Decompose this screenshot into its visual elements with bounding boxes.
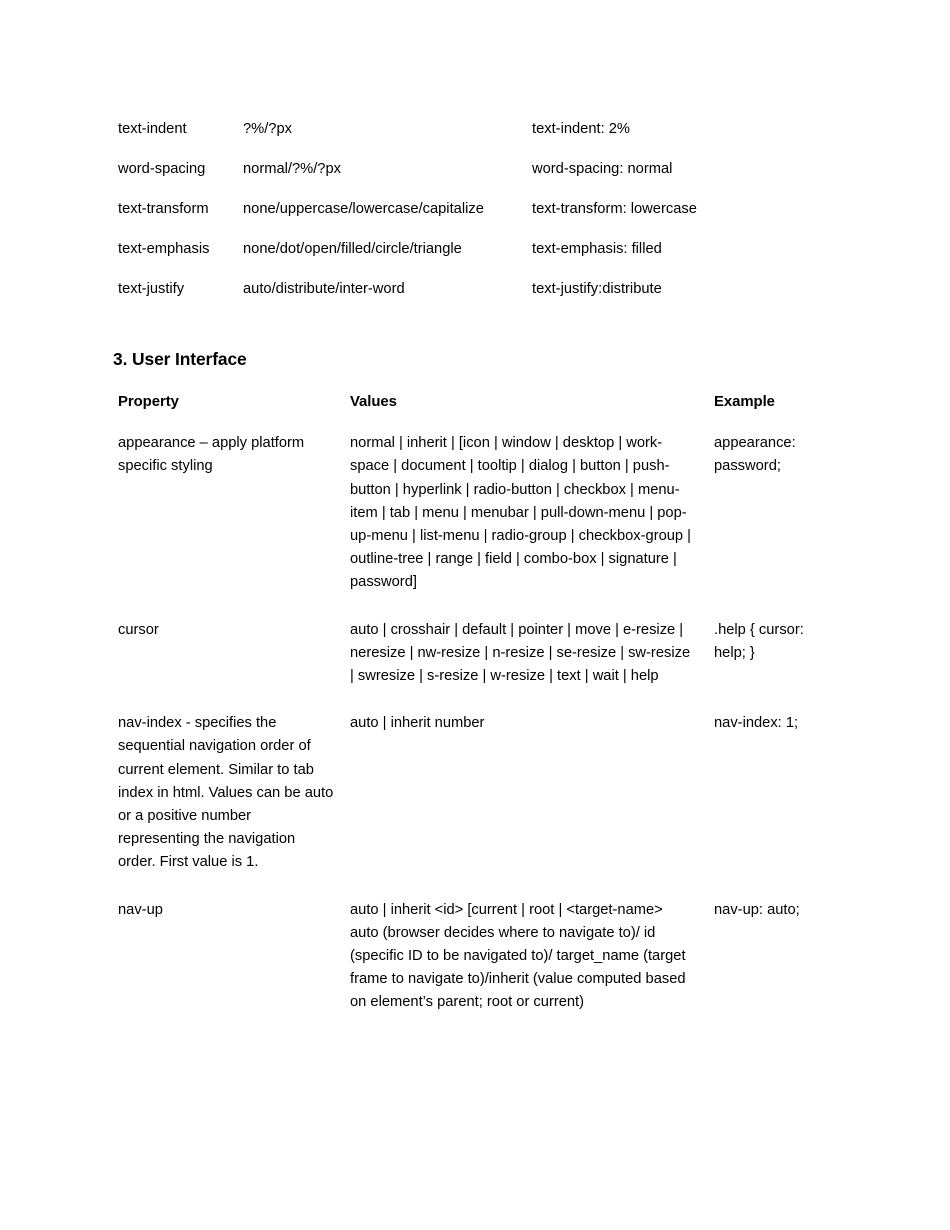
property-cell: text-indent [118,121,187,137]
example-cell: text-transform: lowercase [532,201,697,217]
document-page: text-indent ?%/?px text-indent: 2% word-… [0,0,950,1230]
values-cell: ?%/?px [243,121,292,137]
property-cell: word-spacing [118,161,206,177]
property-cell: text-justify [118,281,185,297]
example-cell: appearance: password; [714,435,796,475]
property-cell: text-transform [118,201,209,217]
table-row: nav-up auto | inherit <id> [current | ro… [118,899,834,1015]
example-cell: text-emphasis: filled [532,241,662,257]
user-interface-table: Property Values Example appearance – app… [118,391,834,1015]
table-row: appearance – apply platform specific sty… [118,432,834,618]
example-cell: nav-up: auto; [714,901,800,918]
values-cell: auto | crosshair | default | pointer | m… [350,621,691,685]
values-cell: auto/distribute/inter-word [243,281,405,297]
property-cell: text-emphasis [118,241,210,257]
example-cell: text-justify:distribute [532,281,662,297]
property-cell: appearance – apply platform specific sty… [118,435,305,475]
property-cell: nav-index - specifies the sequential nav… [118,715,334,871]
values-cell: none/uppercase/lowercase/capitalize [243,201,484,217]
example-cell: .help { cursor: help; } [714,621,804,661]
column-header-property: Property [118,394,179,410]
column-header-values: Values [350,394,397,410]
table-row: text-transform none/uppercase/lowercase/… [118,198,818,238]
values-cell: normal | inherit | [icon | window | desk… [350,435,691,591]
table-row: word-spacing normal/?%/?px word-spacing:… [118,158,818,198]
example-cell: text-indent: 2% [532,121,630,137]
values-cell: none/dot/open/filled/circle/triangle [243,241,462,257]
text-properties-table: text-indent ?%/?px text-indent: 2% word-… [118,118,818,301]
table-row: text-indent ?%/?px text-indent: 2% [118,118,818,158]
table-row: text-justify auto/distribute/inter-word … [118,278,818,301]
table-row: text-emphasis none/dot/open/filled/circl… [118,238,818,278]
example-cell: word-spacing: normal [532,161,673,177]
values-cell: normal/?%/?px [243,161,341,177]
section-heading: 3. User Interface [113,349,247,369]
table-header-row: Property Values Example [118,391,834,432]
example-cell: nav-index: 1; [714,715,799,732]
table-row: cursor auto | crosshair | default | poin… [118,619,834,713]
column-header-example: Example [714,394,775,410]
property-cell: nav-up [118,901,163,918]
values-cell: auto | inherit number [350,715,485,732]
property-cell: cursor [118,621,159,638]
values-cell: auto | inherit <id> [current | root | <t… [350,901,686,1011]
table-row: nav-index - specifies the sequential nav… [118,712,834,898]
